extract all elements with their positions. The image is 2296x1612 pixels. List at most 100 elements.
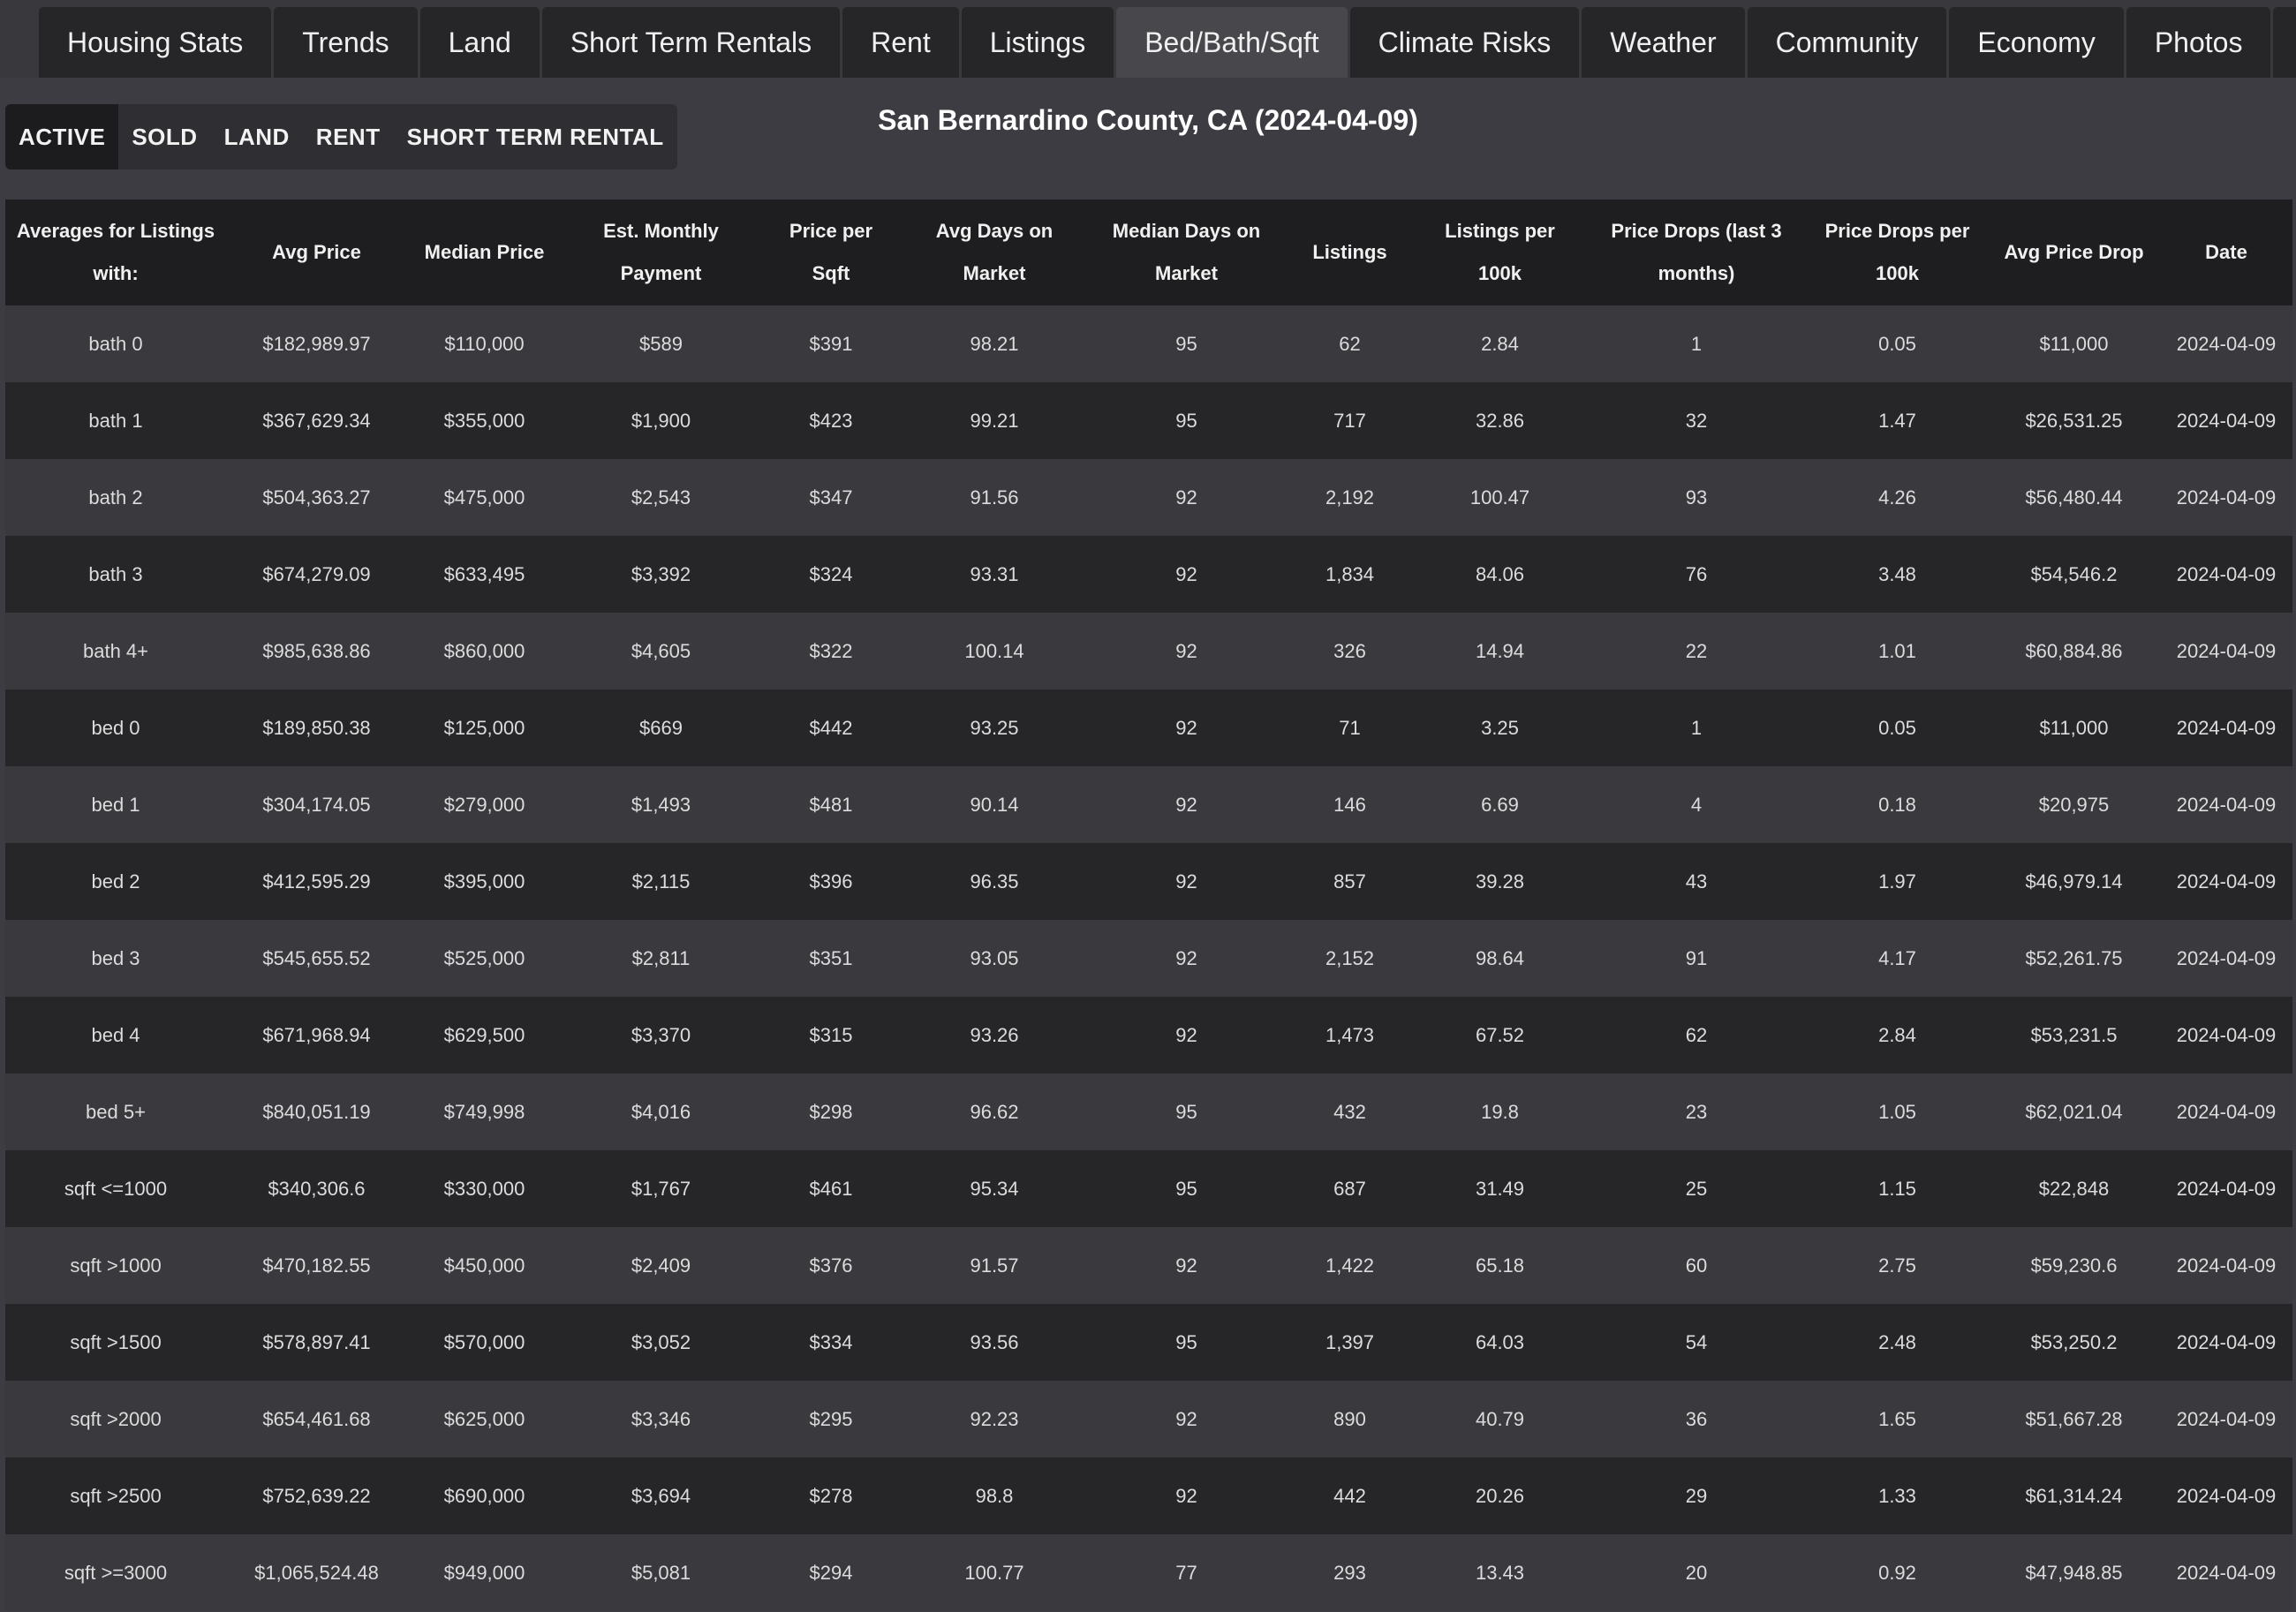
column-header-avg-days-on-market[interactable]: Avg Days on Market: [902, 200, 1087, 305]
cell-price-per-sqft: $396: [809, 870, 853, 893]
column-header-avg-price[interactable]: Avg Price: [226, 200, 407, 305]
column-header-median-price[interactable]: Median Price: [407, 200, 562, 305]
cell-median-price: $525,000: [443, 946, 525, 969]
subtab-active[interactable]: ACTIVE: [5, 104, 119, 169]
nav-tab-housing-stats[interactable]: Housing Stats: [39, 7, 272, 78]
cell-listings-per-100k: 100.47: [1469, 486, 1530, 508]
cell-avg-price: $578,897.41: [262, 1330, 371, 1353]
cell-price-drops-last-3-months: 93: [1685, 486, 1708, 508]
subtab-rent[interactable]: RENT: [303, 104, 394, 169]
cell-avg-price-drop: $52,261.75: [2025, 946, 2123, 969]
column-header-listings[interactable]: Listings: [1286, 200, 1414, 305]
cell-listings: 1,834: [1325, 562, 1375, 585]
cell-price-drops-last-3-months: 1: [1690, 716, 1703, 739]
cell-price-drops-last-3-months: 1: [1690, 332, 1703, 355]
cell-averages-for-listings-with: bath 2: [88, 486, 143, 508]
cell-median-price: $633,495: [443, 562, 525, 585]
cell-avg-days-on-market: 91.56: [970, 486, 1019, 508]
cell-listings: 326: [1333, 639, 1366, 662]
cell-median-price: $125,000: [443, 716, 525, 739]
cell-listings-per-100k: 20.26: [1475, 1484, 1525, 1507]
nav-tab-economy[interactable]: Economy: [1949, 7, 2124, 78]
column-header-price-drops-last-3-months[interactable]: Price Drops (last 3 months): [1586, 200, 1807, 305]
cell-price-per-sqft: $351: [809, 946, 853, 969]
cell-price-drops-last-3-months: 22: [1685, 639, 1708, 662]
nav-tab-bed-bath-sqft[interactable]: Bed/Bath/Sqft: [1116, 7, 1348, 78]
nav-tab-photos[interactable]: Photos: [2126, 7, 2271, 78]
nav-tab-listings[interactable]: Listings: [961, 7, 1114, 78]
column-header-date[interactable]: Date: [2160, 200, 2292, 305]
cell-median-days-on-market: 95: [1175, 1330, 1197, 1353]
cell-avg-price-drop: $61,314.24: [2025, 1484, 2123, 1507]
cell-avg-price: $752,639.22: [262, 1484, 371, 1507]
nav-tab-ai[interactable]: AI: [2273, 7, 2296, 78]
cell-price-per-sqft: $423: [809, 409, 853, 432]
cell-median-days-on-market: 77: [1175, 1561, 1197, 1584]
cell-avg-price: $367,629.34: [262, 409, 371, 432]
cell-listings-per-100k: 2.84: [1481, 332, 1519, 355]
cell-median-days-on-market: 92: [1175, 1023, 1197, 1046]
cell-avg-days-on-market: 98.8: [975, 1484, 1014, 1507]
cell-avg-price-drop: $47,948.85: [2025, 1561, 2123, 1584]
nav-tab-weather[interactable]: Weather: [1582, 7, 1745, 78]
nav-tab-trends[interactable]: Trends: [274, 7, 418, 78]
column-header-averages-for-listings-with[interactable]: Averages for Listings with:: [5, 200, 226, 305]
cell-avg-price: $340,306.6: [268, 1177, 366, 1200]
cell-median-price: $860,000: [443, 639, 525, 662]
cell-median-days-on-market: 92: [1175, 1407, 1197, 1430]
cell-listings: 432: [1333, 1100, 1366, 1123]
subtab-sold[interactable]: SOLD: [118, 104, 210, 169]
cell-price-per-sqft: $298: [809, 1100, 853, 1123]
column-header-median-days-on-market[interactable]: Median Days on Market: [1087, 200, 1286, 305]
column-header-price-drops-per-100k[interactable]: Price Drops per 100k: [1807, 200, 1988, 305]
column-header-price-per-sqft[interactable]: Price per Sqft: [760, 200, 902, 305]
cell-avg-price: $654,461.68: [262, 1407, 371, 1430]
cell-avg-days-on-market: 92.23: [970, 1407, 1019, 1430]
cell-date: 2024-04-09: [2176, 562, 2277, 585]
cell-est-monthly-payment: $2,543: [631, 486, 691, 508]
cell-est-monthly-payment: $5,081: [631, 1561, 691, 1584]
cell-date: 2024-04-09: [2176, 946, 2277, 969]
cell-median-price: $690,000: [443, 1484, 525, 1507]
table-row: bath 2 $504,363.27 $475,000 $2,543 $347 91.56…: [5, 459, 2292, 536]
cell-averages-for-listings-with: bed 3: [91, 946, 140, 969]
cell-median-days-on-market: 92: [1175, 486, 1197, 508]
cell-averages-for-listings-with: bed 5+: [86, 1100, 146, 1123]
cell-date: 2024-04-09: [2176, 332, 2277, 355]
cell-averages-for-listings-with: bath 0: [88, 332, 143, 355]
cell-price-drops-per-100k: 2.84: [1878, 1023, 1916, 1046]
cell-listings: 293: [1333, 1561, 1366, 1584]
cell-date: 2024-04-09: [2176, 793, 2277, 816]
cell-median-price: $625,000: [443, 1407, 525, 1430]
column-header-listings-per-100k[interactable]: Listings per 100k: [1414, 200, 1586, 305]
cell-date: 2024-04-09: [2176, 1561, 2277, 1584]
cell-median-price: $279,000: [443, 793, 525, 816]
cell-est-monthly-payment: $3,052: [631, 1330, 691, 1353]
cell-averages-for-listings-with: sqft >2500: [70, 1484, 162, 1507]
cell-median-price: $475,000: [443, 486, 525, 508]
cell-avg-price: $674,279.09: [262, 562, 371, 585]
nav-tab-rent[interactable]: Rent: [842, 7, 959, 78]
cell-listings-per-100k: 6.69: [1481, 793, 1519, 816]
cell-median-days-on-market: 92: [1175, 1254, 1197, 1277]
nav-tab-climate-risks[interactable]: Climate Risks: [1349, 7, 1580, 78]
subtab-short-term-rental[interactable]: SHORT TERM RENTAL: [394, 104, 677, 169]
subtab-land[interactable]: LAND: [211, 104, 303, 169]
cell-listings: 1,397: [1325, 1330, 1375, 1353]
cell-listings-per-100k: 3.25: [1481, 716, 1519, 739]
table-row: sqft >1500 $578,897.41 $570,000 $3,052 $334 9…: [5, 1304, 2292, 1381]
cell-est-monthly-payment: $2,409: [631, 1254, 691, 1277]
table-row: bath 0 $182,989.97 $110,000 $589 $391 98.21 95…: [5, 305, 2292, 382]
cell-price-per-sqft: $391: [809, 332, 853, 355]
cell-price-drops-per-100k: 0.18: [1878, 793, 1916, 816]
cell-listings: 890: [1333, 1407, 1366, 1430]
nav-tab-land[interactable]: Land: [419, 7, 540, 78]
cell-avg-price: $189,850.38: [262, 716, 371, 739]
cell-median-price: $570,000: [443, 1330, 525, 1353]
nav-tab-community[interactable]: Community: [1747, 7, 1947, 78]
cell-listings: 146: [1333, 793, 1366, 816]
cell-median-days-on-market: 95: [1175, 409, 1197, 432]
column-header-est-monthly-payment[interactable]: Est. Monthly Payment: [562, 200, 760, 305]
nav-tab-short-term-rentals[interactable]: Short Term Rentals: [541, 7, 841, 78]
column-header-avg-price-drop[interactable]: Avg Price Drop: [1988, 200, 2160, 305]
